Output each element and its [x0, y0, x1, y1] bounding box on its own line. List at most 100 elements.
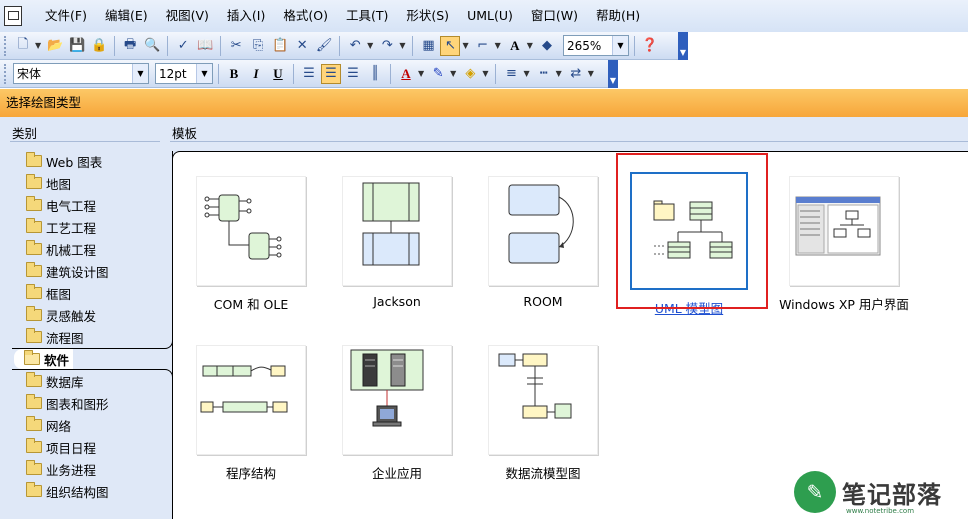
new-file-icon[interactable]: 🗋 [13, 36, 33, 56]
category-flowchart[interactable]: 流程图 [26, 327, 84, 347]
menu-format[interactable]: 格式(O) [274, 0, 337, 32]
text-tool-icon[interactable]: A [505, 36, 525, 56]
template-jackson[interactable]: Jackson [322, 176, 472, 309]
category-business-process[interactable]: 业务进程 [26, 459, 96, 479]
text-dropdown-icon[interactable]: ▼ [527, 41, 533, 50]
zoom-select[interactable]: 265% ▼ [562, 35, 629, 56]
spelling-icon[interactable]: ✓ [173, 36, 193, 56]
font-color-icon[interactable]: A [396, 64, 416, 84]
template-room[interactable]: ROOM [468, 176, 618, 309]
delete-icon[interactable]: ✕ [292, 36, 312, 56]
open-folder-icon [24, 350, 40, 365]
copy-icon[interactable]: ⎘ [248, 36, 268, 56]
app-icon[interactable] [4, 6, 22, 26]
line-ends-dropdown-icon[interactable]: ▼ [588, 69, 594, 78]
format-painter-icon[interactable]: 🖌 [314, 36, 334, 56]
menu-help[interactable]: 帮助(H) [587, 0, 649, 32]
category-web[interactable]: Web 图表 [26, 151, 102, 171]
folder-icon [26, 262, 42, 277]
font-select[interactable]: 宋体 ▼ [13, 63, 149, 84]
menu-file[interactable]: 文件(F) [36, 0, 96, 32]
shapes-icon[interactable]: ▦ [418, 36, 438, 56]
chevron-down-icon[interactable]: ▼ [196, 64, 212, 83]
category-electrical[interactable]: 电气工程 [26, 195, 96, 215]
template-gallery: COM 和 OLE Jackson ROOM UML 模型图 Windows X… [172, 151, 968, 519]
line-pattern-dropdown-icon[interactable]: ▼ [556, 69, 562, 78]
distribute-icon[interactable]: ║ [365, 64, 385, 84]
research-icon[interactable]: 📖 [195, 36, 215, 56]
template-windows-xp-ui[interactable]: Windows XP 用户界面 [769, 176, 919, 313]
category-charts-graphs[interactable]: 图表和图形 [26, 393, 109, 413]
line-weight-dropdown-icon[interactable]: ▼ [523, 69, 529, 78]
category-org-chart[interactable]: 组织结构图 [26, 481, 109, 501]
divider [170, 141, 968, 142]
new-dropdown-icon[interactable]: ▼ [35, 41, 41, 50]
category-block-diagram[interactable]: 框图 [26, 283, 71, 303]
paste-icon[interactable]: 📋 [270, 36, 290, 56]
permission-icon[interactable]: 🔒 [89, 36, 109, 56]
template-data-flow[interactable]: 数据流模型图 [468, 345, 618, 482]
toolbar-options-icon[interactable]: ▼ [608, 60, 618, 88]
save-icon[interactable]: 💾 [67, 36, 87, 56]
menu-uml[interactable]: UML(U) [458, 0, 522, 32]
print-preview-icon[interactable]: 🔍 [142, 36, 162, 56]
redo-icon[interactable]: ↷ [377, 36, 397, 56]
toolbar-grip[interactable] [4, 63, 7, 84]
align-left-icon[interactable]: ☰ [299, 64, 319, 84]
category-process-engineering[interactable]: 工艺工程 [26, 217, 96, 237]
fill-color-icon[interactable]: ◈ [460, 64, 480, 84]
windows-xp-ui-icon [795, 196, 881, 256]
pointer-dropdown-icon[interactable]: ▼ [462, 41, 468, 50]
menu-window[interactable]: 窗口(W) [522, 0, 587, 32]
category-label: 工艺工程 [46, 220, 97, 236]
line-color-dropdown-icon[interactable]: ▼ [450, 69, 456, 78]
line-pattern-icon[interactable]: ┅ [534, 64, 554, 84]
category-map[interactable]: 地图 [26, 173, 71, 193]
line-ends-icon[interactable]: ⇄ [566, 64, 586, 84]
menu-insert[interactable]: 插入(I) [218, 0, 274, 32]
redo-dropdown-icon[interactable]: ▼ [399, 41, 405, 50]
italic-button[interactable]: I [246, 64, 266, 84]
pointer-tool-icon[interactable]: ↖ [440, 35, 461, 56]
underline-button[interactable]: U [268, 64, 288, 84]
category-software[interactable]: 软件 [14, 349, 74, 369]
line-weight-icon[interactable]: ≡ [501, 64, 521, 84]
fill-color-dropdown-icon[interactable]: ▼ [482, 69, 488, 78]
chevron-down-icon[interactable]: ▼ [132, 64, 148, 83]
category-network[interactable]: 网络 [26, 415, 71, 435]
menu-tools[interactable]: 工具(T) [337, 0, 397, 32]
category-database[interactable]: 数据库 [26, 371, 84, 391]
font-size-select[interactable]: 12pt ▼ [155, 63, 213, 84]
folder-icon [26, 328, 42, 343]
connector-tool-icon[interactable]: ⌐ [473, 36, 493, 56]
category-label: 流程图 [46, 330, 84, 346]
menu-shape[interactable]: 形状(S) [397, 0, 458, 32]
category-label: 软件 [44, 352, 70, 368]
menu-view[interactable]: 视图(V) [157, 0, 218, 32]
template-enterprise-app[interactable]: 企业应用 [322, 345, 472, 482]
print-icon[interactable]: 🖶 [120, 36, 140, 56]
line-color-icon[interactable]: ✎ [428, 64, 448, 84]
template-com-ole[interactable]: COM 和 OLE [176, 176, 326, 313]
cut-icon[interactable]: ✂ [226, 36, 246, 56]
undo-icon[interactable]: ↶ [345, 36, 365, 56]
category-project-schedule[interactable]: 项目日程 [26, 437, 96, 457]
align-right-icon[interactable]: ☰ [343, 64, 363, 84]
stamp-icon[interactable]: ◆ [537, 36, 557, 56]
template-thumbnail [342, 176, 452, 286]
align-center-icon[interactable]: ☰ [321, 63, 341, 84]
category-brainstorming[interactable]: 灵感触发 [26, 305, 96, 325]
category-mechanical[interactable]: 机械工程 [26, 239, 96, 259]
font-color-dropdown-icon[interactable]: ▼ [418, 69, 424, 78]
toolbar-grip[interactable] [4, 35, 7, 56]
open-folder-icon[interactable]: 📂 [45, 36, 65, 56]
menu-edit[interactable]: 编辑(E) [96, 0, 157, 32]
toolbar-options-icon[interactable]: ▼ [678, 32, 688, 60]
connector-dropdown-icon[interactable]: ▼ [495, 41, 501, 50]
template-program-structure[interactable]: 程序结构 [176, 345, 326, 482]
bold-button[interactable]: B [224, 64, 244, 84]
help-icon[interactable]: ❓ [640, 36, 660, 56]
undo-dropdown-icon[interactable]: ▼ [367, 41, 373, 50]
category-building-plan[interactable]: 建筑设计图 [26, 261, 109, 281]
chevron-down-icon[interactable]: ▼ [611, 36, 628, 55]
